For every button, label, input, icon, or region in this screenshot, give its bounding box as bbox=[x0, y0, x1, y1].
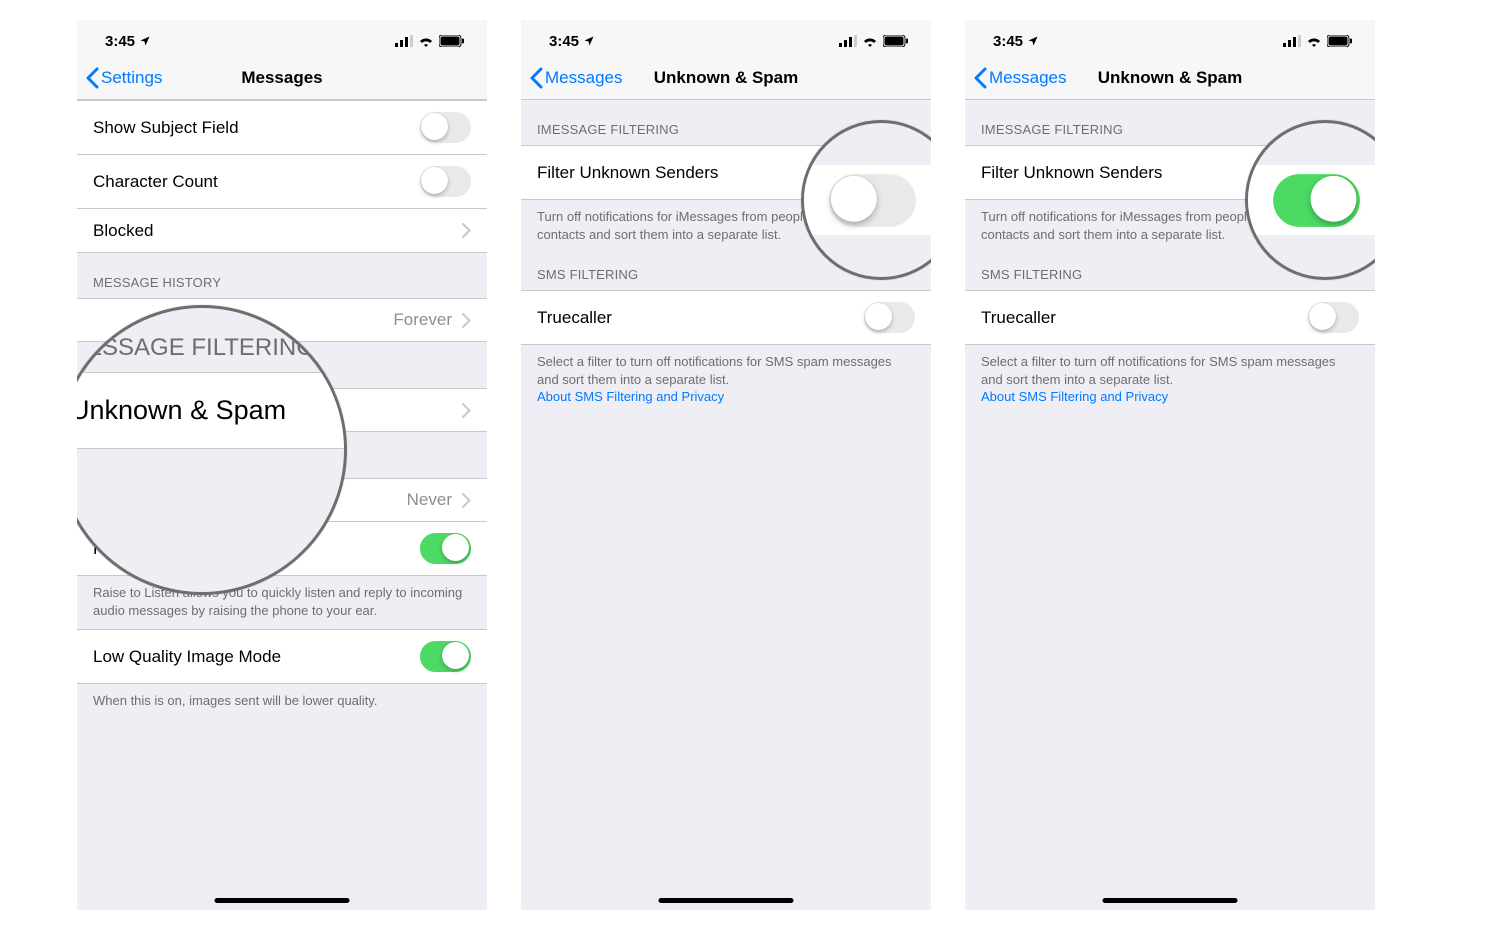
nav-title: Messages bbox=[241, 68, 322, 88]
nav-back-label: Settings bbox=[101, 68, 162, 88]
chevron-left-icon bbox=[85, 67, 99, 89]
signal-icon bbox=[1283, 35, 1301, 47]
wifi-icon bbox=[418, 35, 434, 47]
toggle-truecaller[interactable] bbox=[864, 302, 915, 333]
nav-back-label: Messages bbox=[989, 68, 1066, 88]
footer-sms: Select a filter to turn off notification… bbox=[521, 345, 931, 416]
toggle-char-count[interactable] bbox=[420, 166, 471, 197]
link-sms-privacy[interactable]: About SMS Filtering and Privacy bbox=[537, 389, 724, 404]
row-label: Blocked bbox=[93, 221, 153, 241]
chevron-left-icon bbox=[973, 67, 987, 89]
chevron-right-icon bbox=[462, 223, 471, 238]
row-label: Filter Unknown Senders bbox=[981, 163, 1162, 183]
status-time: 3:45 bbox=[549, 33, 579, 50]
row-label: Truecaller bbox=[981, 308, 1056, 328]
signal-icon bbox=[839, 35, 857, 47]
row-character-count[interactable]: Character Count bbox=[77, 155, 487, 209]
signal-icon bbox=[395, 35, 413, 47]
footer-sms-text: Select a filter to turn off notification… bbox=[981, 354, 1336, 387]
nav-bar: Messages Unknown & Spam bbox=[965, 56, 1375, 100]
row-truecaller[interactable]: Truecaller bbox=[965, 290, 1375, 345]
keep-messages-value: Forever bbox=[393, 310, 452, 330]
status-time: 3:45 bbox=[993, 33, 1023, 50]
group-header-history: MESSAGE HISTORY bbox=[77, 253, 487, 298]
toggle-truecaller[interactable] bbox=[1308, 302, 1359, 333]
row-show-subject[interactable]: Show Subject Field bbox=[77, 100, 487, 155]
toggle-low-quality[interactable] bbox=[420, 641, 471, 672]
status-bar: 3:45 bbox=[77, 20, 487, 56]
location-icon bbox=[1027, 35, 1039, 47]
chevron-right-icon bbox=[462, 493, 471, 508]
mag-toggle-off[interactable] bbox=[829, 174, 916, 227]
row-label: Truecaller bbox=[537, 308, 612, 328]
battery-icon bbox=[883, 35, 909, 47]
link-sms-privacy[interactable]: About SMS Filtering and Privacy bbox=[981, 389, 1168, 404]
status-time: 3:45 bbox=[105, 33, 135, 50]
home-indicator[interactable] bbox=[1103, 898, 1238, 903]
home-indicator[interactable] bbox=[215, 898, 350, 903]
location-icon bbox=[583, 35, 595, 47]
footer-low-quality: When this is on, images sent will be low… bbox=[77, 684, 487, 720]
row-label: Show Subject Field bbox=[93, 118, 239, 138]
mag-toggle-on[interactable] bbox=[1273, 174, 1360, 227]
footer-sms-text: Select a filter to turn off notification… bbox=[537, 354, 892, 387]
footer-sms: Select a filter to turn off notification… bbox=[965, 345, 1375, 416]
toggle-raise-to-listen[interactable] bbox=[420, 533, 471, 564]
nav-title: Unknown & Spam bbox=[1098, 68, 1243, 88]
home-indicator[interactable] bbox=[659, 898, 794, 903]
phone-screen-1: 3:45 Settings Messages Sh bbox=[77, 20, 487, 910]
footer-raise: Raise to Listen allows you to quickly li… bbox=[77, 576, 487, 629]
nav-title: Unknown & Spam bbox=[654, 68, 799, 88]
row-truecaller[interactable]: Truecaller bbox=[521, 290, 931, 345]
nav-bar: Messages Unknown & Spam bbox=[521, 56, 931, 100]
status-bar: 3:45 bbox=[521, 20, 931, 56]
phone-screen-3: 3:45 Messages Unknown & Spam IME bbox=[965, 20, 1375, 910]
location-icon bbox=[139, 35, 151, 47]
row-label: Character Count bbox=[93, 172, 218, 192]
status-bar: 3:45 bbox=[965, 20, 1375, 56]
mag-row-unknown-spam[interactable]: Unknown & Spam bbox=[77, 372, 347, 449]
chevron-right-icon bbox=[462, 403, 471, 418]
nav-back-button[interactable]: Messages bbox=[529, 67, 622, 89]
row-low-quality[interactable]: Low Quality Image Mode bbox=[77, 629, 487, 684]
nav-back-label: Messages bbox=[545, 68, 622, 88]
nav-back-button[interactable]: Messages bbox=[973, 67, 1066, 89]
chevron-right-icon bbox=[462, 313, 471, 328]
row-label: Low Quality Image Mode bbox=[93, 647, 281, 667]
phone-screen-2: 3:45 Messages Unknown & Spam IME bbox=[521, 20, 931, 910]
wifi-icon bbox=[862, 35, 878, 47]
row-label: Filter Unknown Senders bbox=[537, 163, 718, 183]
nav-back-button[interactable]: Settings bbox=[85, 67, 162, 89]
wifi-icon bbox=[1306, 35, 1322, 47]
mag-row-label: Unknown & Spam bbox=[77, 395, 286, 426]
chevron-left-icon bbox=[529, 67, 543, 89]
toggle-show-subject[interactable] bbox=[420, 112, 471, 143]
nav-bar: Settings Messages bbox=[77, 56, 487, 100]
battery-icon bbox=[1327, 35, 1353, 47]
expire-value: Never bbox=[407, 490, 452, 510]
battery-icon bbox=[439, 35, 465, 47]
row-blocked[interactable]: Blocked bbox=[77, 209, 487, 253]
